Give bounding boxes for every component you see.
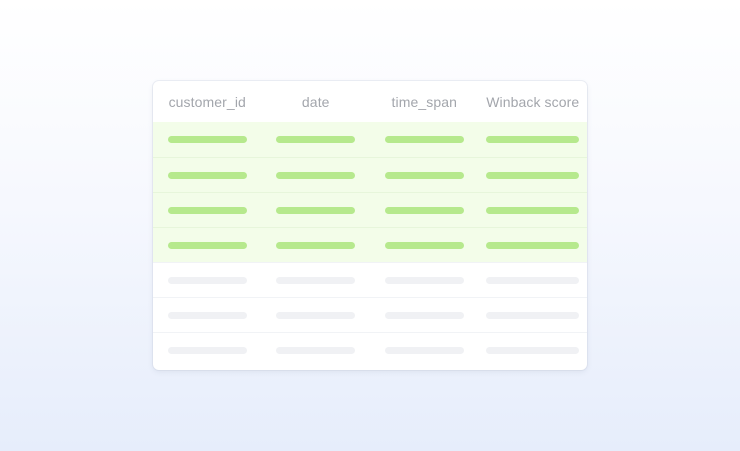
placeholder-bar-empty [276,346,356,354]
placeholder-bar-filled [167,171,247,179]
placeholder-bar-empty [276,311,356,319]
column-header-customer-id: customer_id [168,93,246,110]
placeholder-bar-filled [384,241,464,249]
table-row-empty [153,297,587,332]
placeholder-bar-filled [384,136,464,143]
placeholder-bar-empty [167,276,247,284]
placeholder-bar-empty [486,311,580,319]
placeholder-bar-filled [167,241,247,249]
placeholder-bar-filled [276,136,356,143]
placeholder-bar-empty [384,311,464,319]
placeholder-bar-filled [276,171,356,179]
table-row-filled [153,227,587,262]
placeholder-bar-filled [486,171,580,179]
placeholder-bar-empty [486,276,580,284]
data-table-card: customer_id date time_span Winback score [153,81,587,370]
placeholder-bar-empty [167,311,247,319]
column-header-date: date [301,93,330,110]
table-row-filled [153,192,587,227]
table-row-empty [153,262,587,297]
placeholder-bar-filled [167,206,247,214]
table-header: customer_id date time_span Winback score [153,81,587,122]
placeholder-bar-filled [486,241,580,249]
table-row-empty [153,332,587,367]
placeholder-bar-filled [384,171,464,179]
placeholder-bar-empty [486,346,580,354]
placeholder-bar-empty [384,346,464,354]
column-header-time-span: time_span [391,93,457,110]
placeholder-bar-filled [167,136,247,143]
placeholder-bar-empty [384,276,464,284]
placeholder-bar-empty [167,346,247,354]
column-header-winback-score: Winback score [486,93,580,110]
table-row-filled [153,157,587,192]
table-row-filled [153,122,587,157]
placeholder-bar-filled [486,206,580,214]
placeholder-bar-filled [276,241,356,249]
table-body [153,122,587,367]
placeholder-bar-filled [384,206,464,214]
placeholder-bar-empty [276,276,356,284]
placeholder-bar-filled [276,206,356,214]
placeholder-bar-filled [486,136,580,143]
